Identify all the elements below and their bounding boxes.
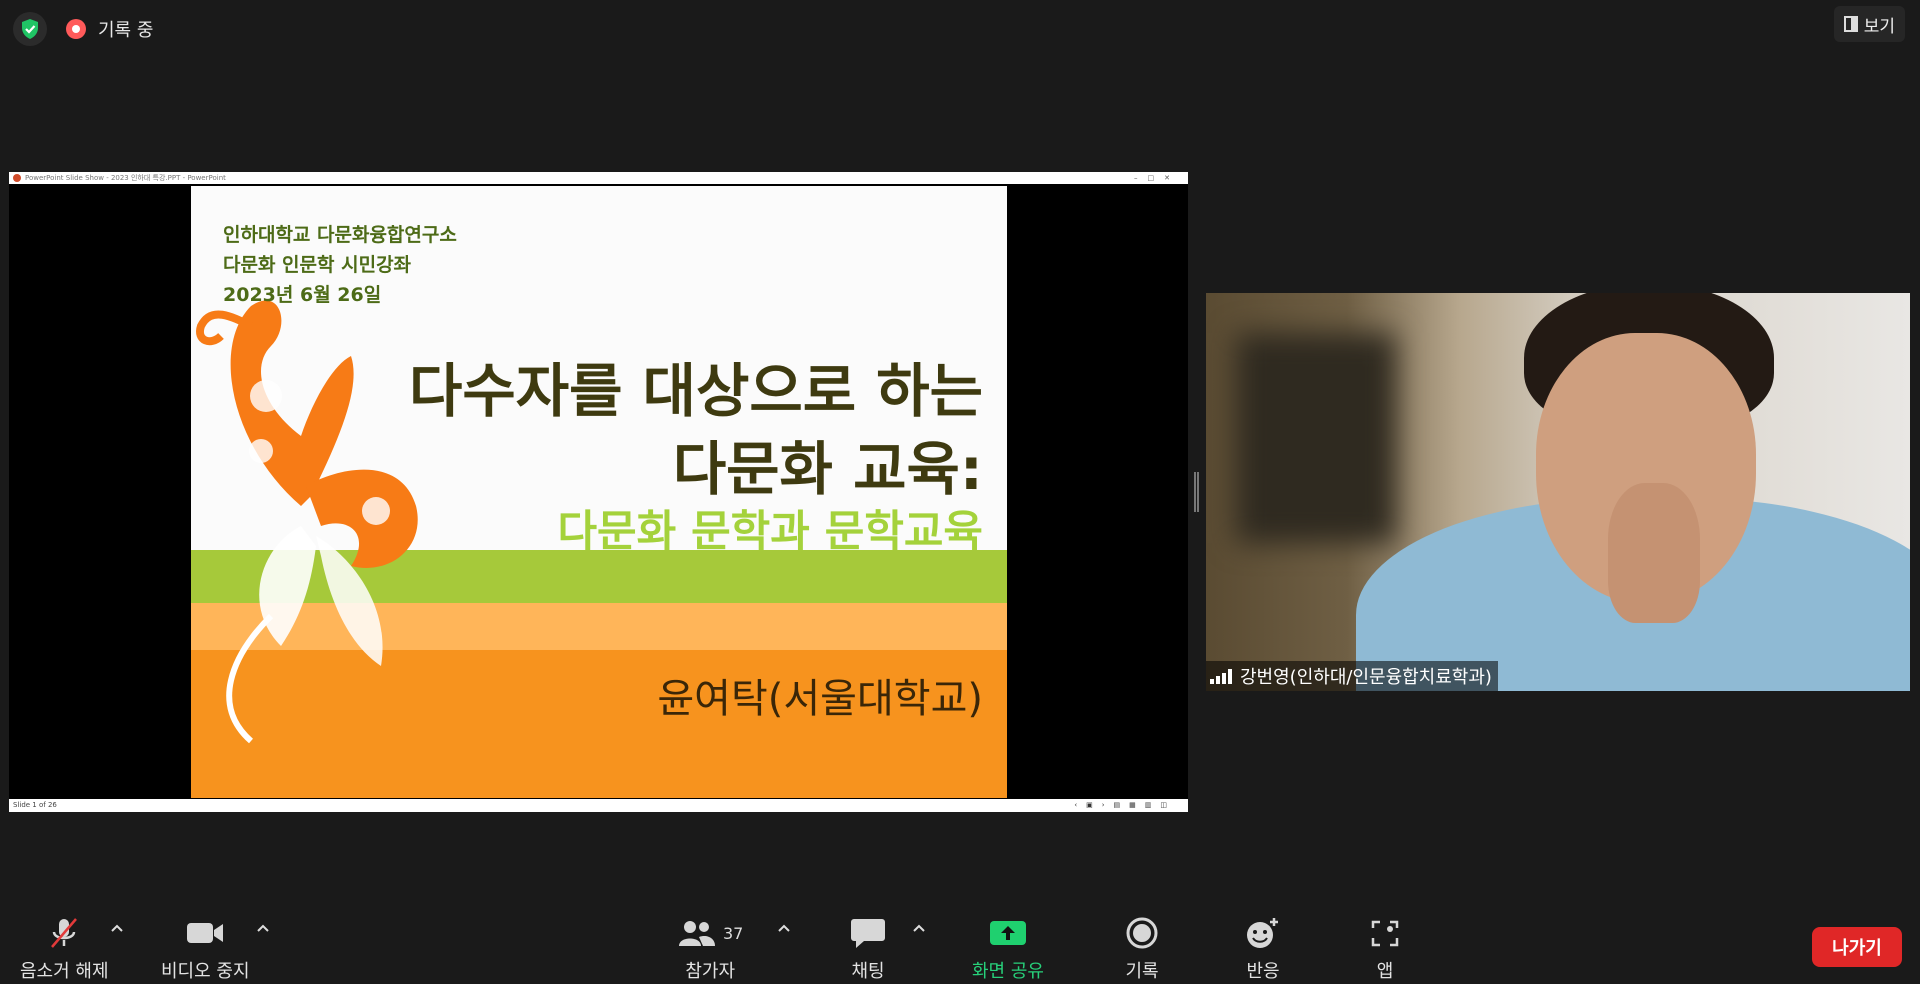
- chat-button[interactable]: 채팅: [850, 913, 886, 983]
- apps-label: 앱: [1376, 961, 1394, 982]
- security-shield-icon[interactable]: [13, 12, 47, 46]
- apps-button[interactable]: 앱: [1370, 913, 1400, 983]
- chat-bubble-icon: [850, 913, 886, 953]
- video-person-hand: [1608, 483, 1700, 623]
- record-icon: [1125, 913, 1159, 953]
- view-layout-icon: [1843, 16, 1858, 32]
- reaction-emoji-icon: [1245, 913, 1281, 953]
- record-button[interactable]: 기록: [1125, 913, 1159, 983]
- slide-navigation-icon: ‹▣›▤▦▥◫: [1074, 801, 1176, 809]
- shared-screen: PowerPoint Slide Show - 2023 인하대 특강.PPT …: [9, 172, 1188, 812]
- recording-label: 기록 중: [98, 20, 154, 41]
- microphone-muted-icon: [46, 913, 82, 953]
- audio-options-chevron-up-icon[interactable]: [110, 921, 124, 935]
- participants-count: 37: [723, 923, 744, 943]
- slide-org-line: 인하대학교 다문화융합연구소: [223, 224, 457, 246]
- apps-icon: [1370, 913, 1400, 953]
- unmute-label: 음소거 해제: [20, 961, 109, 982]
- presentation-slide: 인하대학교 다문화융합연구소 다문화 인문학 시민강좌 2023년 6월 26일…: [191, 186, 1007, 798]
- butterfly-decoration-icon: [196, 300, 418, 744]
- leave-button[interactable]: 나가기: [1812, 927, 1902, 967]
- participants-label: 참가자: [685, 961, 736, 982]
- chat-options-chevron-up-icon[interactable]: [912, 921, 926, 935]
- slide-title-line: 다수자를 대상으로 하는: [409, 357, 983, 425]
- record-label: 기록: [1125, 961, 1159, 982]
- view-button[interactable]: 보기: [1833, 6, 1905, 42]
- shared-window-titlebar: PowerPoint Slide Show - 2023 인하대 특강.PPT …: [9, 172, 1188, 184]
- participants-icon: 37: [677, 913, 743, 953]
- resize-handle[interactable]: [1194, 472, 1199, 512]
- slide-speaker: 윤여탁(서울대학교): [657, 676, 983, 722]
- window-controls-icon: –□✕: [1134, 174, 1180, 182]
- participants-options-chevron-up-icon[interactable]: [777, 921, 791, 935]
- slide-counter: Slide 1 of 26: [13, 801, 57, 809]
- view-label: 보기: [1863, 16, 1895, 37]
- chat-label: 채팅: [851, 961, 885, 982]
- slide-org-line: 다문화 인문학 시민강좌: [223, 254, 412, 276]
- participant-name-tag: 강번영(인하대/인문융합치료학과): [1206, 661, 1498, 691]
- reactions-button[interactable]: 반응: [1245, 913, 1281, 983]
- recording-icon: [66, 19, 86, 39]
- shared-window-title: PowerPoint Slide Show - 2023 인하대 특강.PPT …: [25, 174, 226, 182]
- slide-organization: 인하대학교 다문화융합연구소 다문화 인문학 시민강좌 2023년 6월 26일: [223, 220, 457, 310]
- meeting-toolbar: 음소거 해제 비디오 중지 37 참가자 채팅 화면 공유 기록 반응 앱 나가…: [0, 903, 1920, 984]
- share-screen-label: 화면 공유: [972, 961, 1044, 982]
- share-screen-icon: [989, 913, 1027, 953]
- video-background-blur: [1236, 333, 1396, 543]
- stop-video-button[interactable]: 비디오 중지: [161, 913, 250, 983]
- slide-title: 다수자를 대상으로 하는 다문화 교육:: [409, 352, 983, 508]
- participant-video[interactable]: 강번영(인하대/인문융합치료학과): [1206, 293, 1910, 691]
- stop-video-label: 비디오 중지: [161, 961, 250, 982]
- shared-window-statusbar: Slide 1 of 26 ‹▣›▤▦▥◫: [9, 799, 1188, 812]
- video-options-chevron-up-icon[interactable]: [256, 921, 270, 935]
- signal-strength-icon: [1210, 668, 1232, 684]
- powerpoint-icon: [13, 174, 21, 182]
- recording-indicator[interactable]: 기록 중: [66, 16, 153, 42]
- video-camera-icon: [185, 913, 225, 953]
- share-screen-button[interactable]: 화면 공유: [972, 913, 1044, 983]
- slide-subtitle: 다문화 문학과 문학교육: [557, 507, 983, 557]
- participants-button[interactable]: 37 참가자: [677, 913, 743, 983]
- unmute-button[interactable]: 음소거 해제: [20, 913, 109, 983]
- slide-date: 2023년 6월 26일: [223, 284, 382, 306]
- reactions-label: 반응: [1246, 961, 1280, 982]
- participant-name: 강번영(인하대/인문융합치료학과): [1240, 667, 1492, 688]
